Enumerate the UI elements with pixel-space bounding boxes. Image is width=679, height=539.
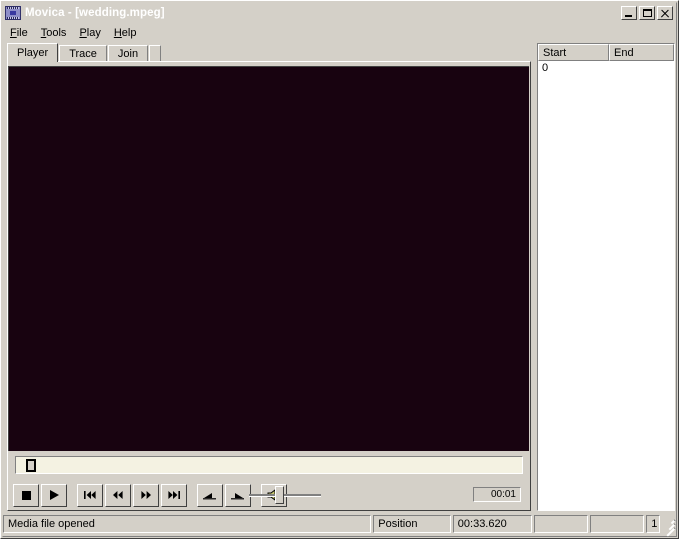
window-controls — [621, 5, 673, 20]
video-display[interactable] — [8, 66, 529, 451]
time-readout: 00:01 — [473, 487, 521, 502]
window-title: Movica - [wedding.mpeg] — [25, 6, 165, 19]
menu-accel-file: F — [10, 26, 17, 39]
minimize-button[interactable] — [621, 5, 637, 20]
skip-back-button[interactable] — [77, 483, 103, 507]
fast-forward-button[interactable] — [133, 483, 159, 507]
tab-join-label: Join — [117, 48, 139, 60]
clip-list-header: Start End — [538, 44, 674, 61]
menu-item-help[interactable]: Help — [108, 26, 144, 40]
menu-item-play[interactable]: Play — [73, 26, 107, 40]
column-header-end[interactable]: End — [609, 44, 674, 61]
rewind-button[interactable] — [105, 483, 131, 507]
menu-item-tools[interactable]: Tools — [35, 26, 74, 40]
tab-strip: Player Trace Join — [7, 43, 531, 62]
status-blank-1 — [534, 515, 589, 533]
tab-join[interactable]: Join — [107, 45, 149, 62]
seek-slider[interactable] — [15, 456, 523, 474]
title-bar[interactable]: Movica - [wedding.mpeg] — [3, 3, 676, 22]
application-window: Movica - [wedding.mpeg] File Tools Play … — [0, 0, 679, 539]
play-button[interactable] — [41, 483, 67, 507]
tab-filler — [149, 45, 162, 62]
seek-thumb[interactable] — [26, 459, 36, 472]
close-button[interactable] — [657, 5, 673, 20]
table-row[interactable]: 0 — [538, 61, 674, 75]
status-bar: Media file opened Position 00:33.620 1 — [3, 514, 676, 536]
status-message: Media file opened — [3, 515, 372, 533]
column-header-start[interactable]: Start — [538, 44, 609, 61]
status-count: 1 — [646, 515, 661, 533]
stop-button[interactable] — [13, 483, 39, 507]
tab-player[interactable]: Player — [7, 43, 59, 62]
maximize-button[interactable] — [639, 5, 655, 20]
volume-track — [249, 494, 321, 497]
menu-rest-play: lay — [86, 26, 101, 39]
resize-grip-icon[interactable] — [663, 518, 676, 536]
status-position-label: Position — [373, 515, 451, 533]
volume-thumb[interactable] — [275, 486, 284, 504]
tab-trace[interactable]: Trace — [59, 45, 107, 62]
cell-start: 0 — [542, 62, 549, 74]
menu-item-file[interactable]: File — [4, 26, 35, 40]
tab-player-label: Player — [17, 47, 49, 59]
film-icon — [5, 5, 21, 20]
menu-bar: File Tools Play Help — [4, 25, 675, 40]
menu-rest-file: ile — [16, 26, 28, 39]
mark-in-button[interactable] — [197, 483, 223, 507]
clip-list-body: 0 — [538, 61, 674, 510]
status-position-value: 00:33.620 — [452, 515, 533, 533]
clip-list[interactable]: Start End 0 — [537, 43, 675, 511]
tab-trace-label: Trace — [69, 48, 97, 60]
menu-accel-play: P — [79, 26, 87, 39]
menu-rest-help: elp — [121, 26, 137, 39]
volume-slider[interactable] — [245, 484, 325, 506]
menu-accel-help: H — [113, 26, 122, 39]
status-blank-2 — [590, 515, 645, 533]
menu-rest-tools: ools — [46, 26, 67, 39]
skip-forward-button[interactable] — [161, 483, 187, 507]
